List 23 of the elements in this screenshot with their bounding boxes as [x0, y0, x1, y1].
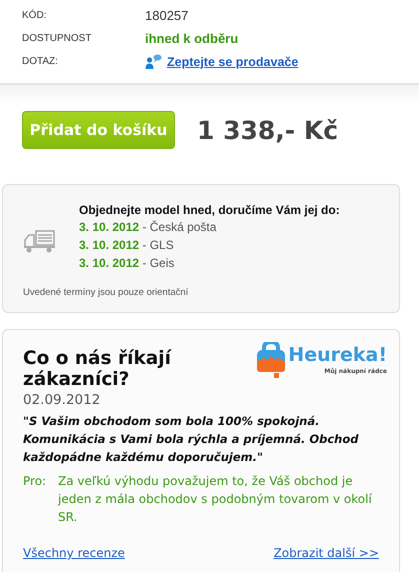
- pro-text: Za veľkú výhodu považujem to, že Váš obchod je jeden z mála obchodov s podobným tovarom v okolí SR.: [58, 473, 373, 526]
- field-label: DOTAZ:: [22, 56, 59, 67]
- reviews-link[interactable]: Všechny recenze: [23, 546, 125, 560]
- truck-icon: [23, 228, 55, 253]
- review-quote: "S Vašim obchodom som bola 100% spokojná. Komunikácia s Vami bola rýchla a príjemná. Obchod každopádne každému doporučujem.": [23, 413, 360, 466]
- shopping-bag-icon: [256, 342, 286, 380]
- availability-status: ihned k odběru: [145, 31, 238, 46]
- ask-seller-link[interactable]: Zeptejte se prodavače: [167, 54, 298, 68]
- product-code: 180257: [145, 8, 188, 23]
- reviews-link[interactable]: Zobrazit další >>: [274, 546, 379, 560]
- delivery-option: 3. 10. 2012 - GLS: [79, 236, 399, 254]
- field-label: KÓD:: [22, 10, 48, 21]
- delivery-option: 3. 10. 2012 - Geis: [79, 254, 399, 272]
- delivery-option: 3. 10. 2012 - Česká pošta: [79, 218, 399, 236]
- person-speech-icon: [145, 54, 162, 69]
- field-label: DOSTUPNOST: [22, 33, 92, 44]
- delivery-heading: Objednejte model hned, doručíme Vám jej do:: [79, 203, 341, 217]
- reviews-title: Co o nás říkají zákazníci?: [23, 348, 173, 390]
- pro-label: Pro:: [23, 473, 48, 490]
- delivery-note: Uvedené termíny jsou pouze orientační: [23, 286, 190, 300]
- review-date: 02.09.2012: [23, 392, 102, 408]
- logo-name: Heureka!: [288, 343, 387, 368]
- price: 1 338,- Kč: [197, 116, 338, 144]
